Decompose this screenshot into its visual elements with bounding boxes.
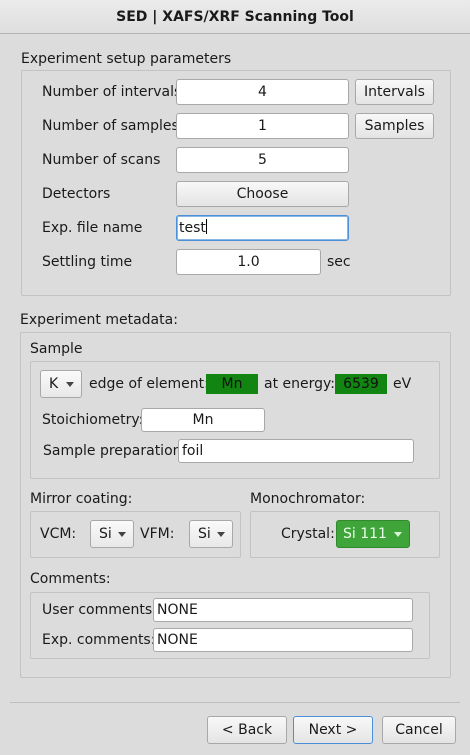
scans-label: Number of scans [42,152,161,168]
samples-label: Number of samples [42,118,179,134]
chevron-down-icon [118,532,126,537]
exp-comments-label: Exp. comments: [42,632,156,648]
chevron-down-icon [66,382,74,387]
file-name-input[interactable]: test [176,215,349,241]
exp-comments-input[interactable]: NONE [153,628,413,652]
stoichiometry-input[interactable]: Mn [141,408,265,432]
vcm-select-value: Si [99,526,112,542]
vfm-select[interactable]: Si [189,520,233,548]
file-name-value: test [179,220,206,236]
user-comments-input[interactable]: NONE [153,598,413,622]
intervals-button[interactable]: Intervals [355,79,434,105]
sample-section-title: Sample [30,341,83,357]
footer-divider [10,702,460,703]
energy-unit: eV [393,376,412,392]
element-field[interactable]: Mn [206,374,258,394]
comments-title: Comments: [30,571,111,587]
intervals-input[interactable]: 4 [176,79,349,105]
edge-select[interactable]: K [40,370,82,398]
edge-select-value: K [49,376,59,392]
text-caret [205,219,207,234]
back-button[interactable]: < Back [207,716,287,744]
user-comments-label: User comments: [42,602,157,618]
sample-preparation-label: Sample preparation: [43,443,187,459]
cancel-button[interactable]: Cancel [382,716,456,744]
stoichiometry-label: Stoichiometry: [42,412,144,428]
settling-time-label: Settling time [42,254,133,270]
next-button[interactable]: Next > [293,716,373,744]
crystal-label: Crystal: [281,526,335,542]
energy-label: at energy: [264,376,335,392]
detectors-label: Detectors [42,186,111,202]
vcm-select[interactable]: Si [90,520,134,548]
settling-time-input[interactable]: 1.0 [176,249,321,275]
samples-button[interactable]: Samples [355,113,434,139]
vfm-select-value: Si [198,526,211,542]
settling-time-unit: sec [327,254,351,270]
crystal-select-value: Si 111 [343,526,387,542]
mirror-coating-title: Mirror coating: [30,491,133,507]
sample-preparation-input[interactable]: foil [178,439,414,463]
file-name-label: Exp. file name [42,220,143,236]
chevron-down-icon [217,532,225,537]
edge-label: edge of element: [89,376,209,392]
vfm-label: VFM: [140,526,175,542]
window-title: SED | XAFS/XRF Scanning Tool [0,0,470,34]
energy-field[interactable]: 6539 [335,374,387,394]
setup-section-title: Experiment setup parameters [21,51,232,67]
choose-detectors-button[interactable]: Choose [176,181,349,207]
crystal-select[interactable]: Si 111 [336,520,410,548]
intervals-label: Number of intervals [42,84,182,100]
monochromator-title: Monochromator: [250,491,366,507]
samples-input[interactable]: 1 [176,113,349,139]
scans-input[interactable]: 5 [176,147,349,173]
chevron-down-icon [394,532,402,537]
metadata-section-title: Experiment metadata: [20,312,178,328]
vcm-label: VCM: [40,526,77,542]
